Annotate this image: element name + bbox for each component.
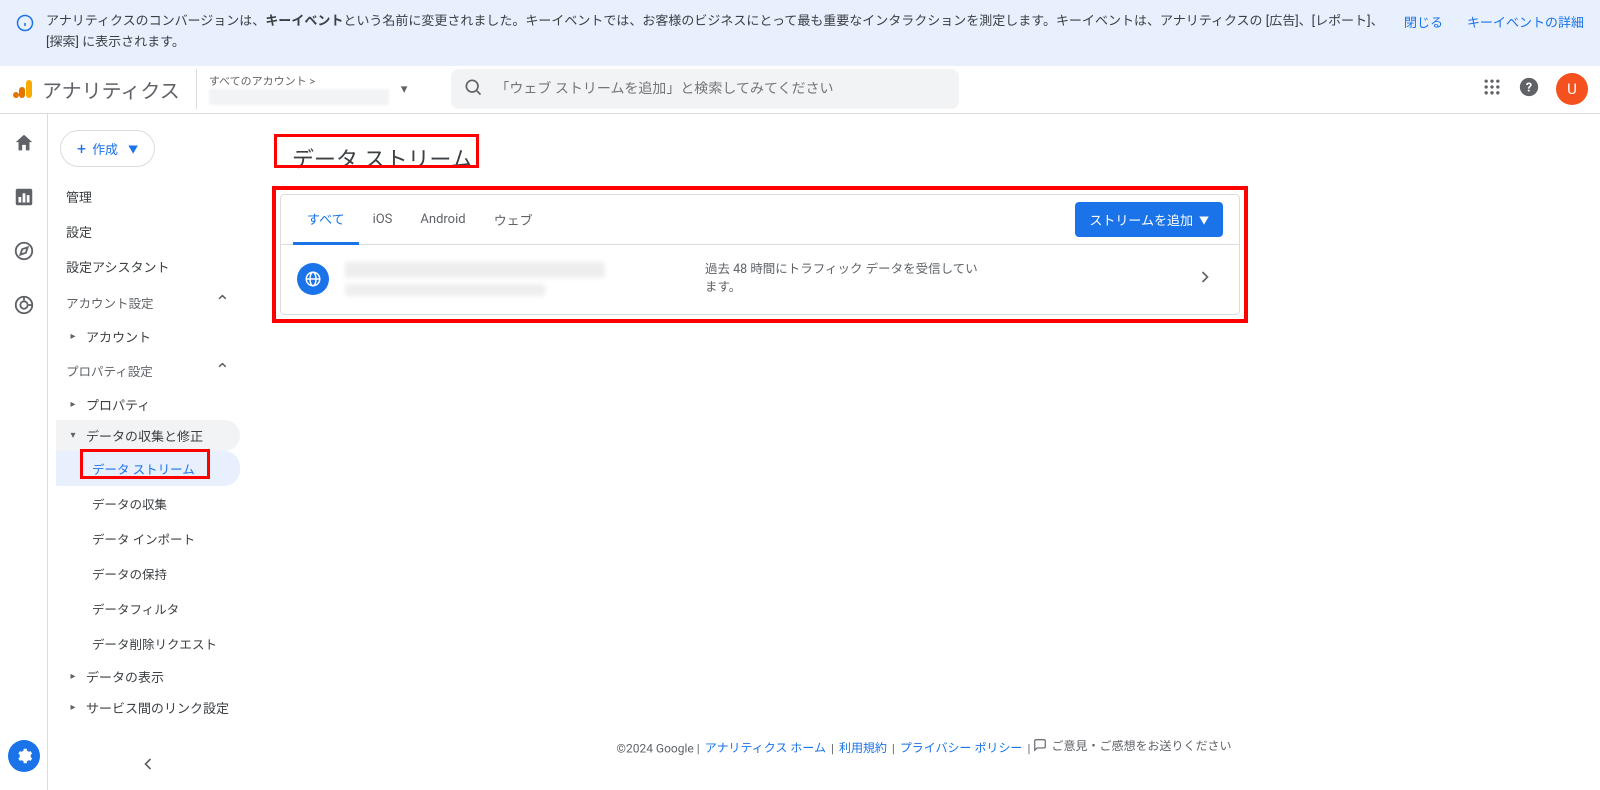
- dropdown-icon: ▼: [128, 141, 138, 156]
- nav-admin[interactable]: 管理: [56, 179, 240, 214]
- svg-text:?: ?: [1526, 81, 1532, 96]
- footer: ©2024 Google | アナリティクス ホーム | 利用規約 | プライバ…: [248, 727, 1600, 767]
- app-header: アナリティクス すべてのアカウント > ▾ ? U: [0, 66, 1600, 114]
- arrow-right-icon: ▸: [66, 702, 80, 713]
- info-banner: アナリティクスのコンバージョンは、キーイベントという名前に変更されました。キーイ…: [0, 0, 1600, 66]
- arrow-down-icon: ▾: [66, 430, 80, 441]
- plus-icon: +: [77, 139, 86, 158]
- explore-icon[interactable]: [13, 240, 35, 266]
- stream-row[interactable]: 過去 48 時間にトラフィック データを受信しています。: [281, 245, 1239, 315]
- admin-gear-icon[interactable]: [8, 740, 40, 772]
- user-avatar[interactable]: U: [1556, 73, 1588, 105]
- tab-android[interactable]: Android: [406, 198, 479, 241]
- admin-sidebar: + 作成 ▼ 管理 設定 設定アシスタント アカウント設定⌃ ▸ アカウント プ…: [48, 114, 248, 790]
- tab-ios[interactable]: iOS: [359, 198, 407, 241]
- create-label: 作成: [92, 139, 118, 158]
- arrow-right-icon: ▸: [66, 399, 80, 410]
- banner-details-link[interactable]: キーイベントの詳細: [1467, 12, 1584, 31]
- search-input[interactable]: [451, 69, 958, 109]
- arrow-right-icon: ▸: [66, 671, 80, 682]
- nav-data-deletion[interactable]: データ削除リクエスト: [56, 626, 240, 661]
- nav-data-retention[interactable]: データの保持: [56, 556, 240, 591]
- analytics-logo-icon: [12, 77, 36, 101]
- nav-data-filter[interactable]: データフィルタ: [56, 591, 240, 626]
- footer-terms-link[interactable]: 利用規約: [839, 741, 887, 755]
- nav-data-streams[interactable]: データ ストリーム: [56, 451, 240, 486]
- annotation-highlight: [274, 134, 479, 168]
- web-stream-icon: [297, 263, 329, 295]
- footer-privacy-link[interactable]: プライバシー ポリシー: [900, 741, 1023, 755]
- banner-text: アナリティクスのコンバージョンは、キーイベントという名前に変更されました。キーイ…: [46, 12, 1392, 54]
- account-picker[interactable]: すべてのアカウント > ▾: [196, 69, 420, 109]
- nav-data-collection-mod[interactable]: ▾ データの収集と修正: [56, 420, 240, 451]
- data-streams-card: すべて iOS Android ウェブ ストリームを追加 ▼: [280, 194, 1240, 316]
- footer-copyright: ©2024 Google: [617, 741, 694, 755]
- product-logo[interactable]: アナリティクス: [12, 75, 180, 104]
- stream-name-redacted: [345, 262, 705, 296]
- stream-tabs: すべて iOS Android ウェブ ストリームを追加 ▼: [281, 195, 1239, 245]
- search-box[interactable]: [451, 69, 958, 109]
- home-icon[interactable]: [13, 132, 35, 158]
- account-label: すべてのアカウント >: [209, 73, 389, 89]
- nav-account[interactable]: ▸ アカウント: [56, 321, 240, 352]
- dropdown-icon: ▾: [401, 82, 408, 97]
- nav-rail: [0, 114, 48, 790]
- nav-data-import[interactable]: データ インポート: [56, 521, 240, 556]
- nav-property[interactable]: ▸ プロパティ: [56, 389, 240, 420]
- chevron-up-icon: ⌃: [215, 360, 230, 381]
- info-icon: [16, 14, 34, 36]
- nav-data-collection[interactable]: データの収集: [56, 486, 240, 521]
- help-icon[interactable]: ?: [1518, 76, 1540, 102]
- chevron-right-icon: [1187, 267, 1223, 291]
- nav-group-property-settings[interactable]: プロパティ設定⌃: [56, 352, 240, 389]
- product-name: アナリティクス: [42, 75, 180, 104]
- main-content: データ ストリーム すべて iOS Android ウェブ ストリームを追加 ▼: [248, 114, 1600, 790]
- nav-settings[interactable]: 設定: [56, 214, 240, 249]
- tab-all[interactable]: すべて: [293, 195, 359, 245]
- search-icon: [463, 77, 483, 101]
- account-name-redacted: [209, 89, 389, 105]
- dropdown-icon: ▼: [1199, 212, 1209, 227]
- arrow-right-icon: ▸: [66, 331, 80, 342]
- create-button[interactable]: + 作成 ▼: [60, 130, 155, 167]
- apps-icon[interactable]: [1482, 77, 1502, 101]
- banner-close-link[interactable]: 閉じる: [1404, 12, 1443, 31]
- footer-home-link[interactable]: アナリティクス ホーム: [705, 741, 826, 755]
- reports-icon[interactable]: [13, 186, 35, 212]
- chevron-up-icon: ⌃: [215, 292, 230, 313]
- add-stream-button[interactable]: ストリームを追加 ▼: [1075, 202, 1223, 237]
- nav-data-display[interactable]: ▸ データの表示: [56, 661, 240, 692]
- advertising-icon[interactable]: [13, 294, 35, 320]
- tab-web[interactable]: ウェブ: [480, 196, 547, 243]
- feedback-icon: [1033, 738, 1047, 752]
- nav-group-account-settings[interactable]: アカウント設定⌃: [56, 284, 240, 321]
- nav-product-links[interactable]: ▸ サービス間のリンク設定: [56, 692, 240, 723]
- stream-status: 過去 48 時間にトラフィック データを受信しています。: [705, 261, 985, 299]
- footer-feedback-link[interactable]: ご意見・ご感想をお送りください: [1033, 737, 1231, 754]
- nav-setup-assistant[interactable]: 設定アシスタント: [56, 249, 240, 284]
